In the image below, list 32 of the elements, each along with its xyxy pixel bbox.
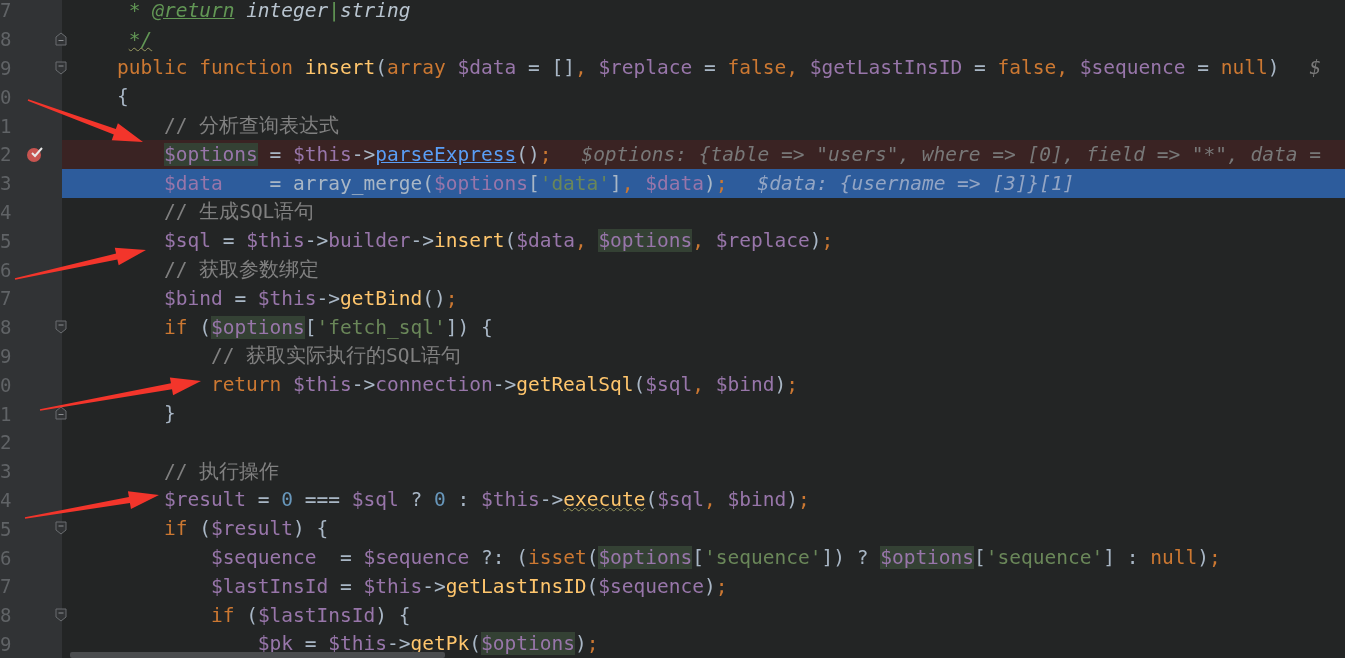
code-line: $result = 0 === $sql ? 0 : $this->execute($sql, $bind); xyxy=(162,488,810,512)
code-line: $lastInsId = $this->getLastInsID($sequence); xyxy=(209,574,728,598)
fold-icon[interactable] xyxy=(55,319,67,334)
fold-icon[interactable] xyxy=(55,521,67,536)
code-line: public function insert(array $data = [], $replace = false, $getLastInsID = false, $sequence = null) xyxy=(115,56,1280,80)
code-line: $options = $this->parseExpress(); xyxy=(162,142,552,166)
code-line: // 生成SQL语句 xyxy=(162,199,315,226)
code-line: if ($lastInsId) { xyxy=(209,603,411,627)
code-line: * @return integer|string xyxy=(127,0,411,22)
code-line: $bind = $this->getBind(); xyxy=(162,286,458,310)
code-line: */ xyxy=(127,27,153,51)
code-line: return $this->connection->getRealSql($sql, $bind); xyxy=(209,373,798,397)
code-line: // 分析查询表达式 xyxy=(162,113,340,140)
inline-value-hint: $ xyxy=(1309,56,1322,80)
code-line: if ($options['fetch_sql']) { xyxy=(162,315,493,339)
fold-icon[interactable] xyxy=(55,60,67,75)
code-line: $sql = $this->builder->insert($data, $options, $replace); xyxy=(162,229,834,253)
inline-value-hint: $options: {table => "users", where => [0], field => "*", data = xyxy=(581,142,1321,166)
code-line: if ($result) { xyxy=(162,517,329,541)
code-line: // 获取参数绑定 xyxy=(162,257,320,284)
code-line: } xyxy=(162,402,176,426)
fold-icon[interactable] xyxy=(55,31,67,46)
code-line: $data = array_merge($options['data'], $data); xyxy=(162,171,728,195)
code-line: // 获取实际执行的SQL语句 xyxy=(209,343,462,370)
fold-icon[interactable] xyxy=(55,607,67,622)
horizontal-scrollbar[interactable] xyxy=(70,652,445,658)
code-line: // 执行操作 xyxy=(162,458,280,485)
fold-icon[interactable] xyxy=(55,406,67,421)
code-line: { xyxy=(115,85,129,109)
code-line: $pk = $this->getPk($options); xyxy=(256,632,599,656)
code-line: $sequence = $sequence ?: (isset($options['sequence']) ? $options['sequence'] : null); xyxy=(209,546,1221,570)
inline-value-hint: $data: {username => [3]}[1] xyxy=(757,171,1075,195)
